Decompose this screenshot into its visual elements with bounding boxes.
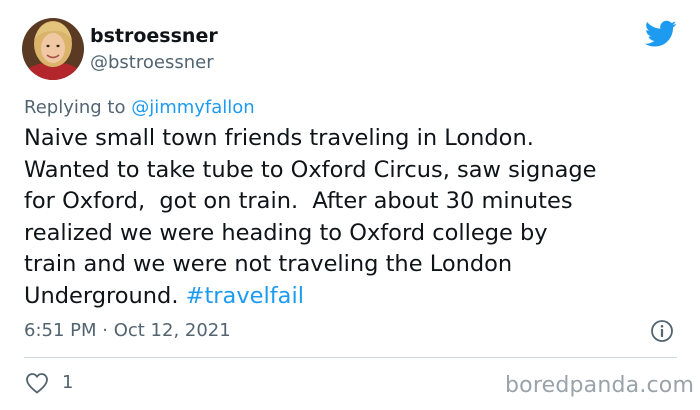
heart-icon[interactable] <box>25 372 49 394</box>
divider <box>24 357 677 358</box>
tweet-timestamp[interactable]: 6:51 PM · Oct 12, 2021 <box>24 320 231 341</box>
replying-to-label: Replying to <box>24 97 132 118</box>
hashtag-link[interactable]: #travelfail <box>186 283 304 309</box>
tweet-text-line: Wanted to take tube to Oxford Circus, sa… <box>24 156 597 183</box>
tweet-text-line: realized we were heading to Oxford colle… <box>24 219 548 246</box>
watermark-text: boredpanda.com <box>505 373 695 398</box>
tweet-text-line: for Oxford, got on train. After about 30… <box>24 188 573 214</box>
tweet-text-last-line: Underground. #travelfail <box>24 281 689 313</box>
profile-photo <box>22 18 84 80</box>
twitter-bird-icon[interactable] <box>644 20 677 48</box>
like-count: 1 <box>62 372 74 393</box>
info-icon[interactable] <box>650 319 674 343</box>
tweet-text: Naive small town friends traveling in Lo… <box>24 123 689 312</box>
tweet-text-fragment: Underground. <box>24 282 186 309</box>
tweet-text-line: train and we were not traveling the Lond… <box>24 251 513 277</box>
replying-to: Replying to @jimmyfallon <box>24 97 255 118</box>
reply-mention-link[interactable]: @jimmyfallon <box>131 97 255 118</box>
tweet-text-line: Naive small town friends traveling in Lo… <box>24 125 534 151</box>
user-handle[interactable]: @bstroessner <box>90 52 214 73</box>
avatar[interactable] <box>22 18 84 80</box>
display-name[interactable]: bstroessner <box>90 25 218 47</box>
